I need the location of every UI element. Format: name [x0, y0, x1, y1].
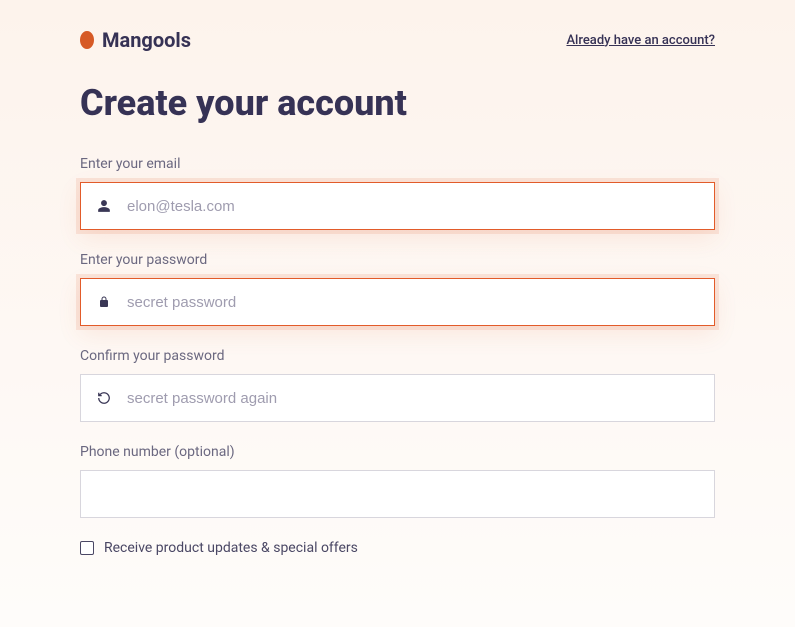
confirm-input-wrap — [80, 374, 715, 422]
mangools-logo-icon — [80, 31, 94, 49]
phone-input[interactable] — [81, 471, 714, 517]
refresh-icon — [81, 391, 127, 405]
page-header: Mangools Already have an account? — [80, 28, 715, 52]
password-input[interactable] — [127, 279, 714, 325]
password-input-wrap — [80, 278, 715, 326]
confirm-input[interactable] — [127, 375, 714, 421]
brand-name: Mangools — [102, 28, 191, 52]
updates-checkbox-row: Receive product updates & special offers — [80, 540, 715, 556]
phone-field-group: Phone number (optional) — [80, 444, 715, 518]
password-field-group: Enter your password — [80, 252, 715, 326]
updates-checkbox-label: Receive product updates & special offers — [104, 540, 358, 556]
lock-icon — [81, 295, 127, 309]
confirm-label: Confirm your password — [80, 348, 715, 364]
email-input-wrap — [80, 182, 715, 230]
phone-input-wrap — [80, 470, 715, 518]
password-label: Enter your password — [80, 252, 715, 268]
updates-checkbox[interactable] — [80, 541, 94, 555]
person-icon — [81, 199, 127, 213]
brand-logo: Mangools — [80, 28, 191, 52]
email-input[interactable] — [127, 183, 714, 229]
signin-link[interactable]: Already have an account? — [566, 33, 715, 48]
email-label: Enter your email — [80, 156, 715, 172]
confirm-field-group: Confirm your password — [80, 348, 715, 422]
page-title: Create your account — [80, 82, 715, 124]
email-field-group: Enter your email — [80, 156, 715, 230]
phone-label: Phone number (optional) — [80, 444, 715, 460]
